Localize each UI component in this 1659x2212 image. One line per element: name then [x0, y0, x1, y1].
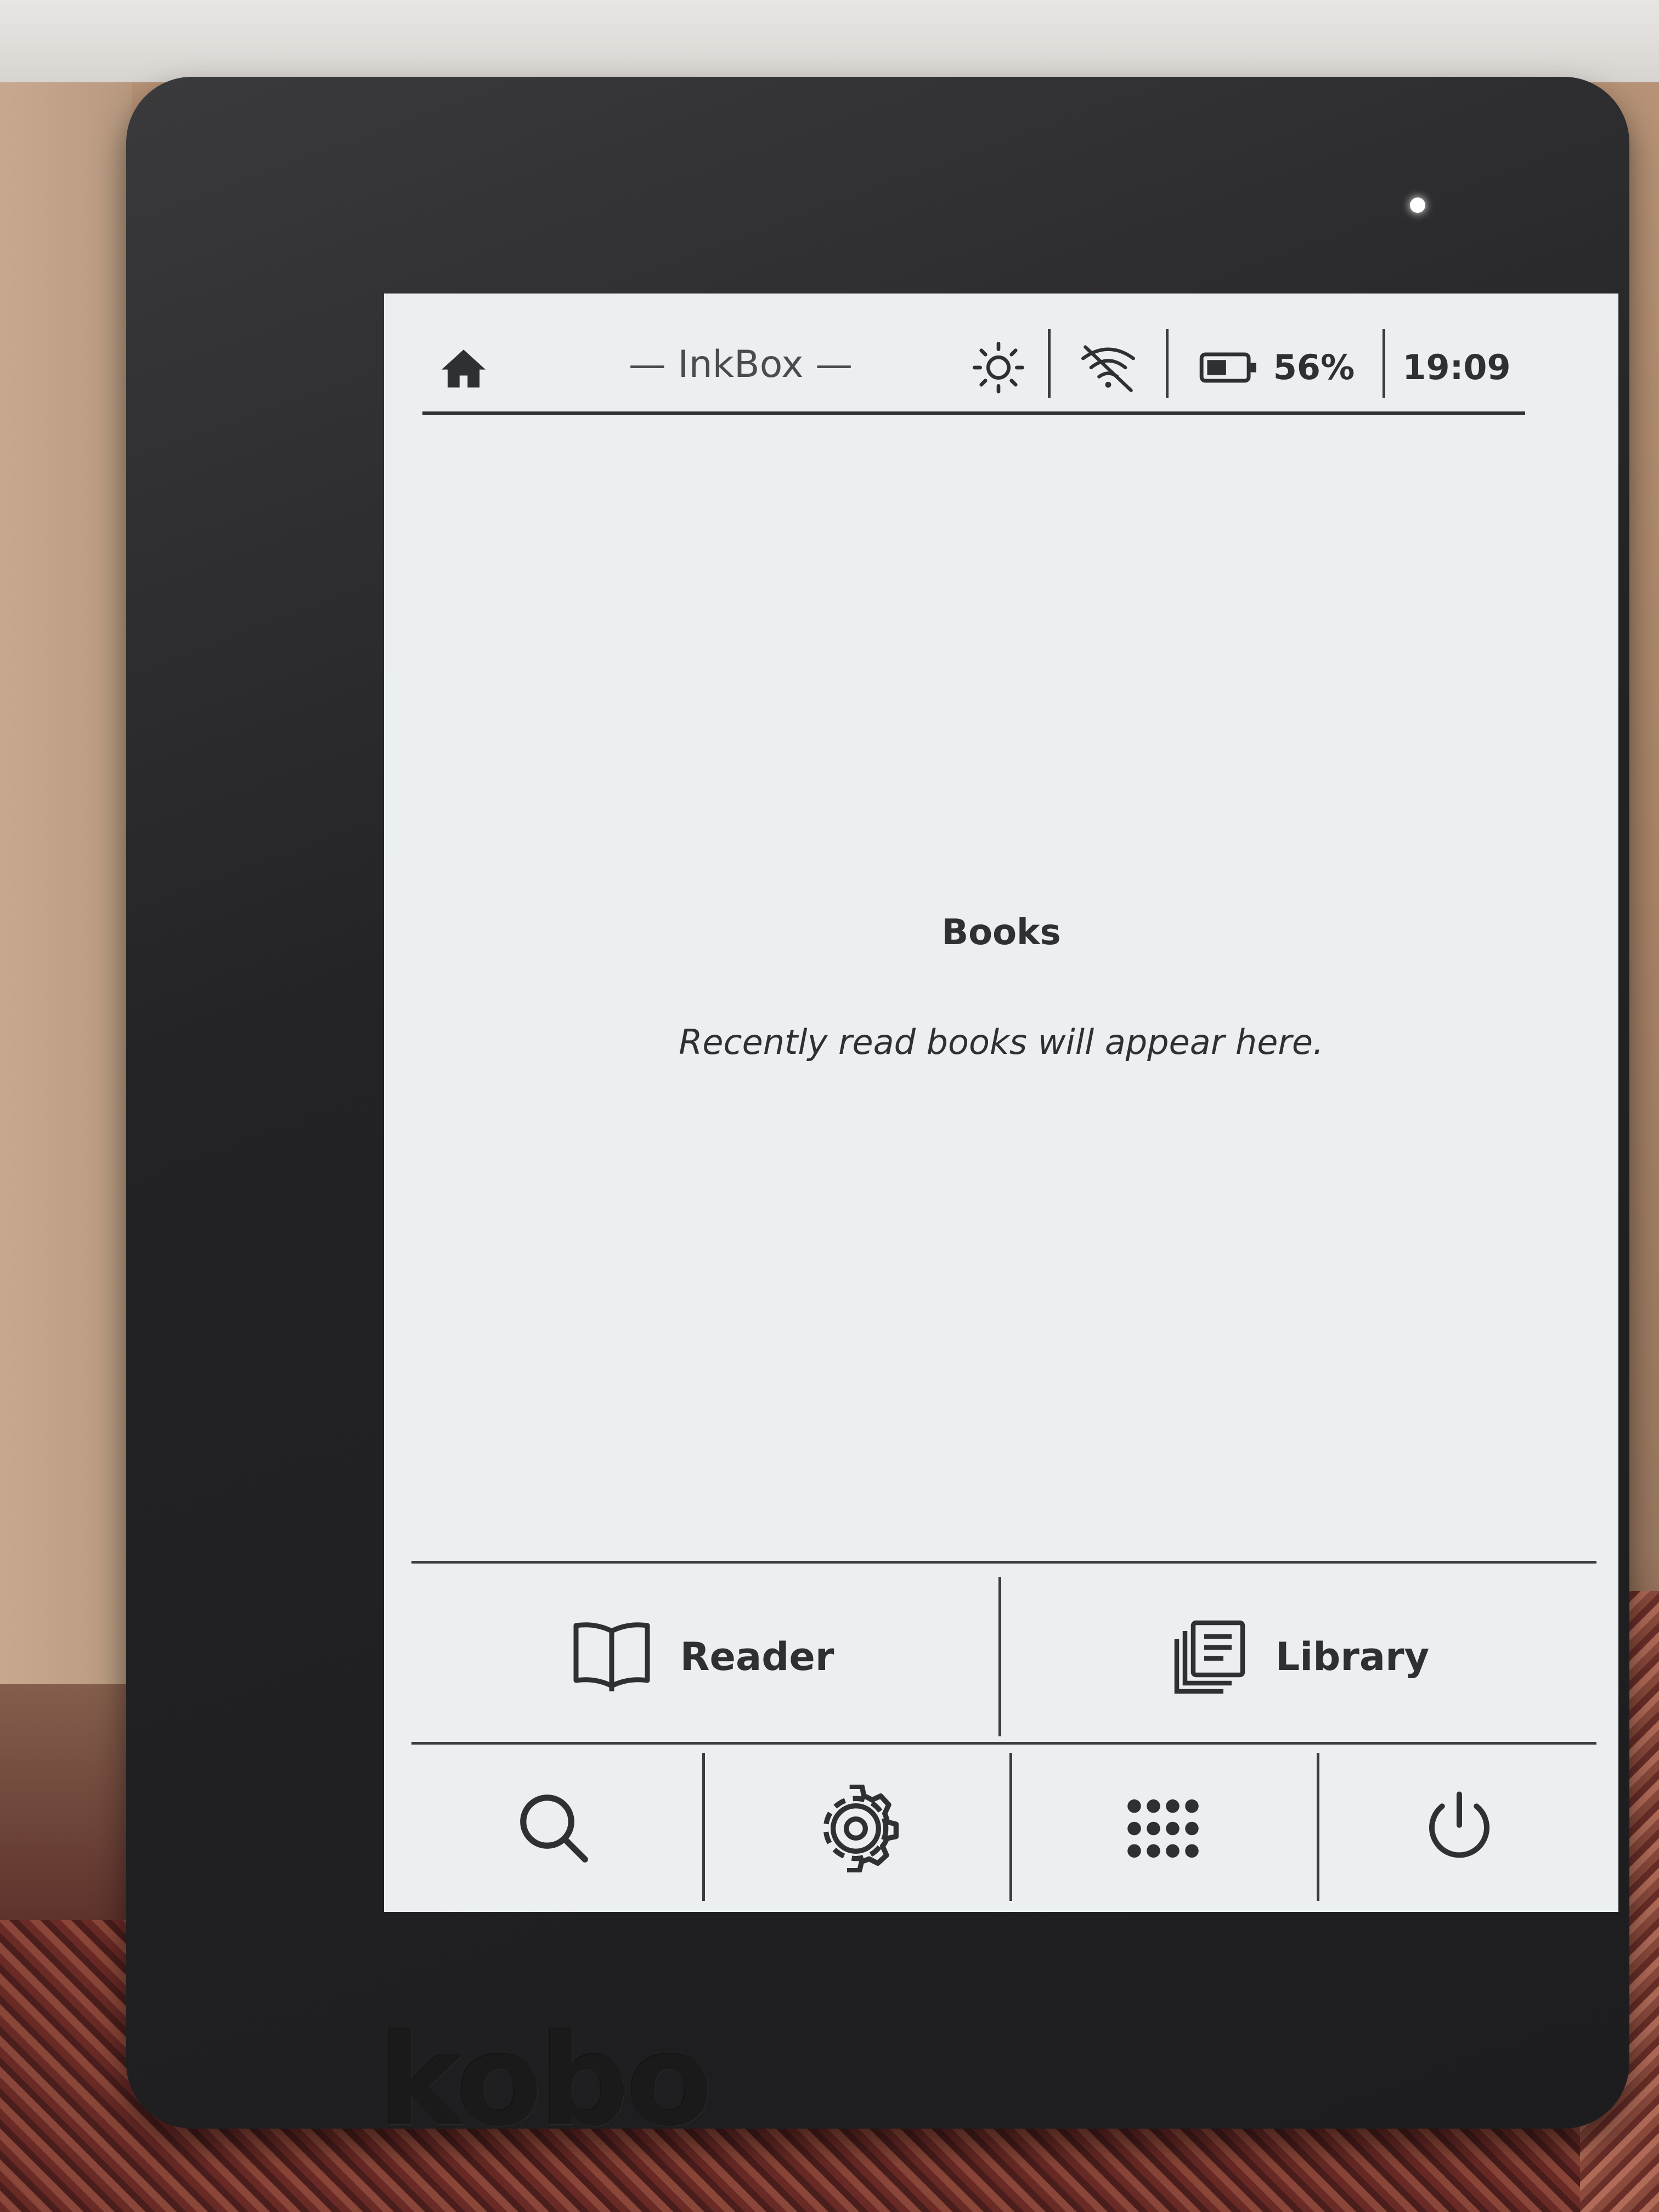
power-led: [1410, 198, 1425, 213]
reader-button-label: Reader: [680, 1634, 834, 1679]
app-title: — InkBox —: [628, 343, 853, 386]
status-separator: [1166, 329, 1169, 398]
power-icon: [1418, 1787, 1500, 1872]
background-paper-top: [0, 0, 1659, 82]
nav-top-divider: [411, 1561, 1596, 1564]
search-icon: [513, 1787, 595, 1872]
home-icon[interactable]: [439, 346, 488, 390]
gear-icon: [812, 1784, 900, 1875]
library-button-label: Library: [1275, 1634, 1430, 1679]
toolbar-separator: [702, 1753, 705, 1901]
ereader-device: kobo — InkBox — 56% 19:09 Books Recently…: [126, 77, 1629, 2154]
brightness-icon[interactable]: [971, 340, 1026, 395]
device-brand-logo: kobo: [379, 2008, 713, 2154]
status-separator: [1383, 329, 1385, 398]
settings-button[interactable]: [708, 1750, 1004, 1909]
library-button[interactable]: Library: [1004, 1575, 1596, 1739]
clock: 19:09: [1402, 347, 1511, 387]
battery-percentage: 56%: [1273, 347, 1355, 387]
status-separator: [1048, 329, 1051, 398]
status-bar: — InkBox — 56% 19:09: [384, 294, 1618, 420]
power-button[interactable]: [1322, 1750, 1596, 1909]
apps-button[interactable]: [1015, 1750, 1311, 1909]
battery-icon: [1199, 348, 1259, 387]
toolbar-separator: [1317, 1753, 1319, 1901]
status-divider: [422, 411, 1525, 415]
library-icon: [1171, 1617, 1248, 1696]
books-empty-message: Recently read books will appear here.: [679, 1022, 1324, 1062]
wifi-off-icon[interactable]: [1078, 340, 1138, 395]
toolbar-separator: [1009, 1753, 1012, 1901]
search-button[interactable]: [411, 1750, 697, 1909]
reader-button[interactable]: Reader: [411, 1575, 993, 1739]
background-paper-left: [0, 82, 132, 1684]
toolbar-top-divider: [411, 1742, 1596, 1745]
apps-grid-icon: [1125, 1790, 1201, 1869]
book-open-icon: [571, 1617, 653, 1696]
books-section-title: Books: [941, 912, 1061, 953]
nav-separator: [998, 1577, 1001, 1736]
ereader-screen: — InkBox — 56% 19:09 Books Recently read…: [384, 294, 1618, 1912]
